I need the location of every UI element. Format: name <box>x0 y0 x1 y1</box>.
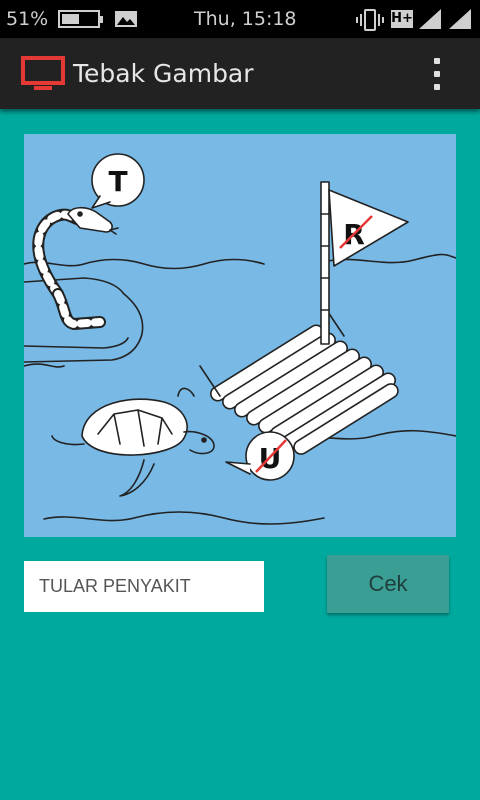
battery-icon <box>58 10 103 28</box>
clock: Thu, 15:18 <box>194 8 297 30</box>
status-bar: 51% Thu, 15:18 H+ <box>0 0 480 38</box>
battery-percentage: 51% <box>6 8 49 30</box>
gallery-icon <box>115 11 137 27</box>
signal-icon <box>419 9 441 29</box>
answer-input[interactable] <box>24 561 264 612</box>
puzzle-image: T R U <box>24 134 456 537</box>
app-title: Tebak Gambar <box>73 59 254 88</box>
overflow-menu-icon[interactable] <box>424 56 450 92</box>
puzzle-illustration: T R U <box>24 153 456 525</box>
app-bar: Tebak Gambar <box>0 38 480 109</box>
vibrate-icon <box>356 9 384 31</box>
signal-icon <box>449 9 471 29</box>
network-type-badge: H+ <box>391 10 413 28</box>
bubble-letter-t: T <box>108 165 127 198</box>
battery-level <box>62 14 79 24</box>
check-button[interactable]: Cek <box>327 555 449 613</box>
tv-icon <box>21 56 65 90</box>
